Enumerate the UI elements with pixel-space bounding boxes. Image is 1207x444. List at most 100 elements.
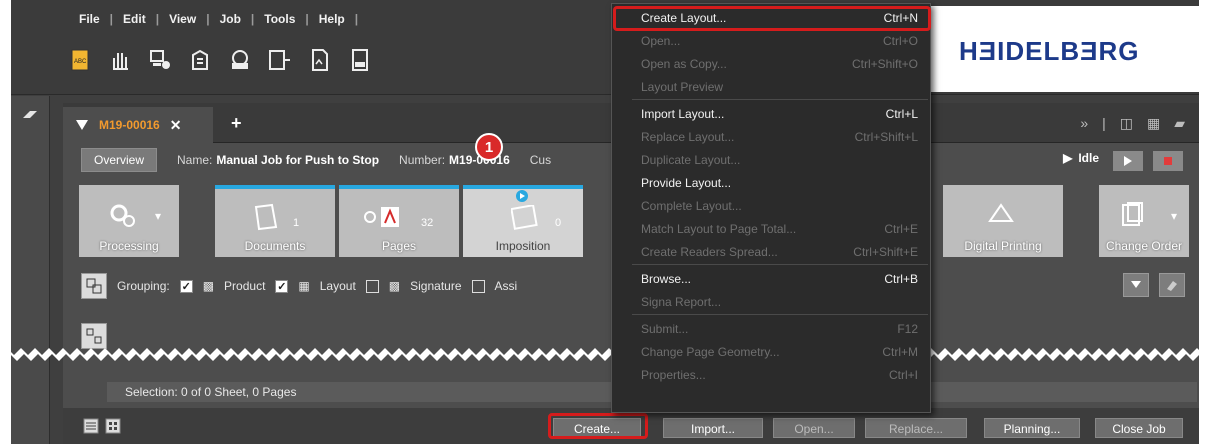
layout-label: Layout [319,279,356,293]
overview-button[interactable]: Overview [81,148,158,172]
menu-view[interactable]: View [159,12,206,26]
open-button[interactable]: Open... [773,418,855,438]
menu-item-create-readers-spread: Create Readers Spread... Ctrl+Shift+E [612,240,930,263]
menu-help[interactable]: Help [309,12,355,26]
menu-item-browse[interactable]: Browse... Ctrl+B [612,267,930,290]
planning-button[interactable]: Planning... [984,418,1080,438]
step-digital-printing[interactable]: Digital Printing [943,185,1063,257]
menu-item-label: Signa Report... [641,294,722,309]
menu-item-shortcut: Ctrl+L [885,106,918,121]
torn-edge-divider [0,348,1207,361]
menu-item-shortcut: Ctrl+Shift+O [851,56,918,71]
menu-item-label: Open as Copy... [641,56,727,71]
hand-icon[interactable] [109,48,131,72]
pages-icon [363,205,407,232]
assign-label: Assi [494,279,518,293]
menu-edit[interactable]: Edit [113,12,156,26]
signed-doc-icon[interactable] [309,48,331,72]
menu-job[interactable]: Job [210,12,251,26]
doc-doc-icon[interactable] [349,48,371,72]
menu-item-submit: Submit... F12 [612,317,930,340]
step-imposition-label: Imposition [495,239,551,253]
product-icon: ▩ [202,279,215,293]
step-documents[interactable]: 1 Documents [215,185,335,257]
pages-count: 32 [421,217,434,229]
menu-item-label: Provide Layout... [641,175,732,190]
layout-checkbox[interactable]: ✓ [275,279,289,293]
chevron-down-icon[interactable]: ▾ [1171,209,1177,223]
menu-item-change-page-geometry: Change Page Geometry... Ctrl+M [612,340,930,363]
product-checkbox[interactable]: ✓ [179,279,193,293]
collapse-chevron-icon[interactable]: » [1080,115,1088,132]
columns-icon[interactable]: ▦ [1147,115,1160,132]
menu-file[interactable]: File [69,12,110,26]
menu-item-label: Layout Preview [641,79,724,94]
file-new-dropdown-menu: Create Layout... Ctrl+N Open... Ctrl+O Open … [611,3,931,413]
globe-printer-icon[interactable] [229,48,251,72]
menu-separator [632,99,928,100]
number-label: Number: [399,153,446,167]
pages-progress [339,185,459,189]
list-view-icon[interactable] [83,418,99,437]
replace-button[interactable]: Replace... [865,418,967,438]
eraser-icon[interactable]: ▰ [1174,115,1185,132]
documents-progress [215,185,335,189]
menu-item-signa-report: Signa Report... [612,290,930,313]
toolbar: ABC [69,48,371,72]
abc-doc-icon[interactable]: ABC [69,48,91,72]
menu-item-label: Duplicate Layout... [641,152,741,167]
building-icon[interactable] [189,48,211,72]
menu-item-label: Properties... [641,367,706,382]
job-status: ▶ Idle [1063,151,1099,165]
brand-area: HƎIDELBƎRG [931,6,1199,92]
documents-icon [253,203,279,234]
grouping-label: Grouping: [117,279,170,293]
menu-item-shortcut: Ctrl+I [888,367,918,382]
menu-separator [632,314,928,315]
step-processing[interactable]: ▾ Processing [79,185,179,257]
close-job-button[interactable]: Close Job [1095,418,1183,438]
grouping-row: Grouping: ✓ ▩ Product ✓ ▦ Layout ▩ Signa… [81,273,518,299]
menu-tools[interactable]: Tools [254,12,305,26]
menu-item-shortcut: Ctrl+E [884,221,918,236]
grouping-controls [1123,273,1185,297]
menu-item-layout-preview: Layout Preview [612,75,930,98]
dropdown-arrow-icon[interactable] [1123,273,1149,297]
computer-gear-icon[interactable] [149,48,171,72]
step-change-order[interactable]: ▾ Change Order [1099,185,1189,257]
import-button[interactable]: Import... [663,418,763,438]
grid-view-icon[interactable] [105,418,121,437]
step-change-order-label: Change Order [1105,239,1183,253]
processing-gears-icon [109,201,137,232]
menu-item-label: Change Page Geometry... [641,344,780,359]
chevron-down-icon[interactable]: ▾ [155,209,161,223]
job-tab[interactable]: M19-00016 ✕ [63,107,213,143]
eraser-icon[interactable] [1159,273,1185,297]
stop-button[interactable] [1153,151,1183,171]
signature-checkbox[interactable] [365,279,379,293]
add-tab-button[interactable]: + [231,113,242,134]
grouping-icon[interactable] [81,273,107,299]
menu-item-label: Submit... [641,321,689,336]
tab-bar-controls: » | ◫ ▦ ▰ [1080,115,1185,132]
layout-icon: ▦ [298,279,310,293]
menu-bar: File | Edit | View | Job | Tools | Help | [69,12,358,26]
split-view-icon[interactable]: ◫ [1120,115,1133,132]
menu-item-label: Create Readers Spread... [641,244,778,259]
menu-item-label: Open... [641,33,681,48]
menu-item-label: Complete Layout... [641,198,742,213]
start-button[interactable] [1113,151,1143,171]
close-tab-icon[interactable]: ✕ [170,117,182,134]
menu-item-match-layout-to-page-total: Match Layout to Page Total... Ctrl+E [612,217,930,240]
menu-item-open-as-copy: Open as Copy... Ctrl+Shift+O [612,52,930,75]
create-layout-highlight [613,6,931,31]
step-pages[interactable]: 32 Pages [339,185,459,257]
step-imposition[interactable]: 0 Imposition [463,185,583,257]
abc-arrow-icon[interactable] [269,48,291,72]
menu-item-provide-layout[interactable]: Provide Layout... [612,171,930,194]
menu-item-import-layout[interactable]: Import Layout... Ctrl+L [612,102,930,125]
eraser-icon[interactable] [21,108,39,125]
left-sidebar [11,96,50,444]
assign-checkbox[interactable] [471,279,485,293]
name-value: Manual Job for Push to Stop [216,153,380,167]
